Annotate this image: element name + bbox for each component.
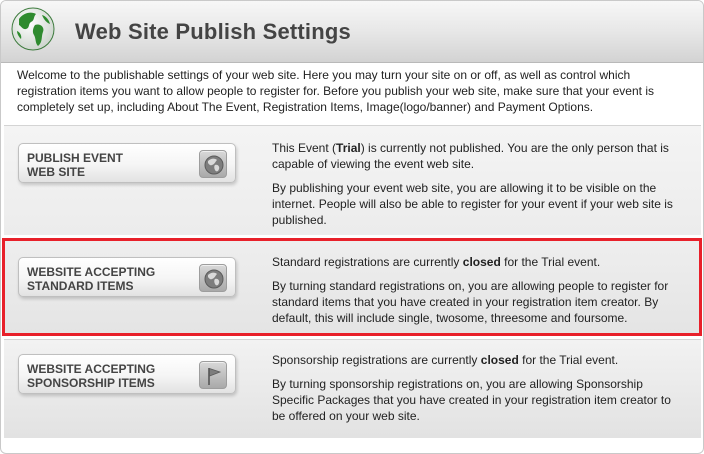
globe-icon (11, 7, 55, 51)
publish-site-description: This Event (Trial) is currently not publ… (272, 140, 687, 236)
publish-event-website-label: PUBLISH EVENT WEB SITE (27, 151, 124, 179)
toggle-knob (199, 150, 227, 178)
accept-sponsorship-items-button[interactable]: WEBSITE ACCEPTING SPONSORSHIP ITEMS (18, 354, 236, 394)
flag-icon (208, 367, 222, 385)
publish-detail-text: By publishing your event web site, you a… (272, 181, 673, 227)
publish-settings-panel: Web Site Publish Settings Welcome to the… (0, 0, 704, 454)
publish-site-section: PUBLISH EVENT WEB SITE This Event (Trial… (4, 125, 701, 235)
globe-icon (204, 269, 224, 289)
standard-items-section: WEBSITE ACCEPTING STANDARD ITEMS Standar… (4, 240, 701, 336)
accept-sponsorship-items-label: WEBSITE ACCEPTING SPONSORSHIP ITEMS (27, 362, 156, 390)
panel-header: Web Site Publish Settings (1, 1, 703, 63)
publish-event-website-button[interactable]: PUBLISH EVENT WEB SITE (18, 143, 236, 183)
sponsorship-items-section: WEBSITE ACCEPTING SPONSORSHIP ITEMS Spon… (4, 339, 701, 438)
intro-text: Welcome to the publishable settings of y… (17, 68, 654, 114)
standard-status-text: Standard registrations are currently clo… (272, 255, 601, 269)
toggle-knob (199, 264, 227, 292)
toggle-knob (199, 361, 227, 389)
globe-icon (204, 155, 224, 175)
standard-detail-text: By turning standard registrations on, yo… (272, 279, 669, 325)
standard-items-description: Standard registrations are currently clo… (272, 254, 687, 334)
publish-status-text: This Event (Trial) is currently not publ… (272, 141, 669, 171)
sponsorship-status-text: Sponsorship registrations are currently … (272, 353, 619, 367)
page-title: Web Site Publish Settings (75, 19, 351, 44)
sponsorship-items-description: Sponsorship registrations are currently … (272, 352, 687, 432)
accept-standard-items-label: WEBSITE ACCEPTING STANDARD ITEMS (27, 265, 156, 293)
accept-standard-items-button[interactable]: WEBSITE ACCEPTING STANDARD ITEMS (18, 257, 236, 297)
sponsorship-detail-text: By turning sponsorship registrations on,… (272, 377, 671, 423)
